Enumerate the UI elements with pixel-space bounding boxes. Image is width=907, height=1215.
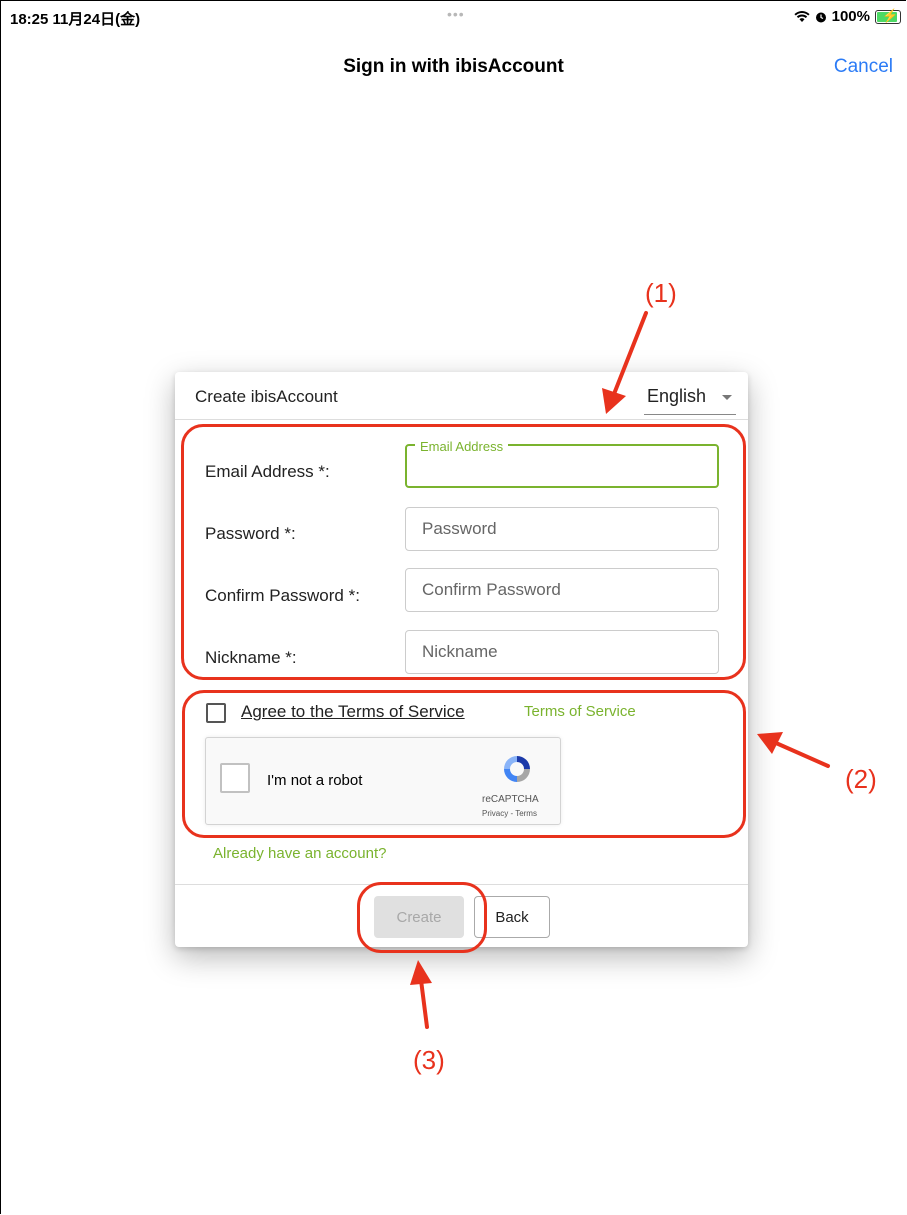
battery-percent: 100% [831,8,870,25]
language-value: English [647,386,707,406]
divider [175,419,748,420]
annotation-ring-1 [181,424,746,680]
cancel-button[interactable]: Cancel [834,56,893,78]
multitasking-dots[interactable]: ••• [447,6,465,22]
annotation-label-1: (1) [645,278,677,308]
alarm-icon [815,12,826,22]
annotation-ring-2 [182,690,746,838]
chevron-down-icon [722,395,732,400]
annotation-label-3: (3) [413,1045,445,1075]
annotation-ring-3 [357,882,487,953]
battery-icon: ⚡ [875,8,901,24]
status-bar: 18:25 11月24日(金) ••• 100% ⚡ [0,0,907,30]
status-time: 18:25 11月24日(金) [10,11,141,28]
annotation-label-2: (2) [845,764,877,794]
wifi-icon [794,10,810,22]
language-select[interactable]: English [644,386,736,415]
page-title: Sign in with ibisAccount [343,56,564,77]
dialog-title: Create ibisAccount [195,387,338,406]
status-right: 100% ⚡ [794,8,901,25]
already-have-account-link[interactable]: Already have an account? [213,845,386,862]
